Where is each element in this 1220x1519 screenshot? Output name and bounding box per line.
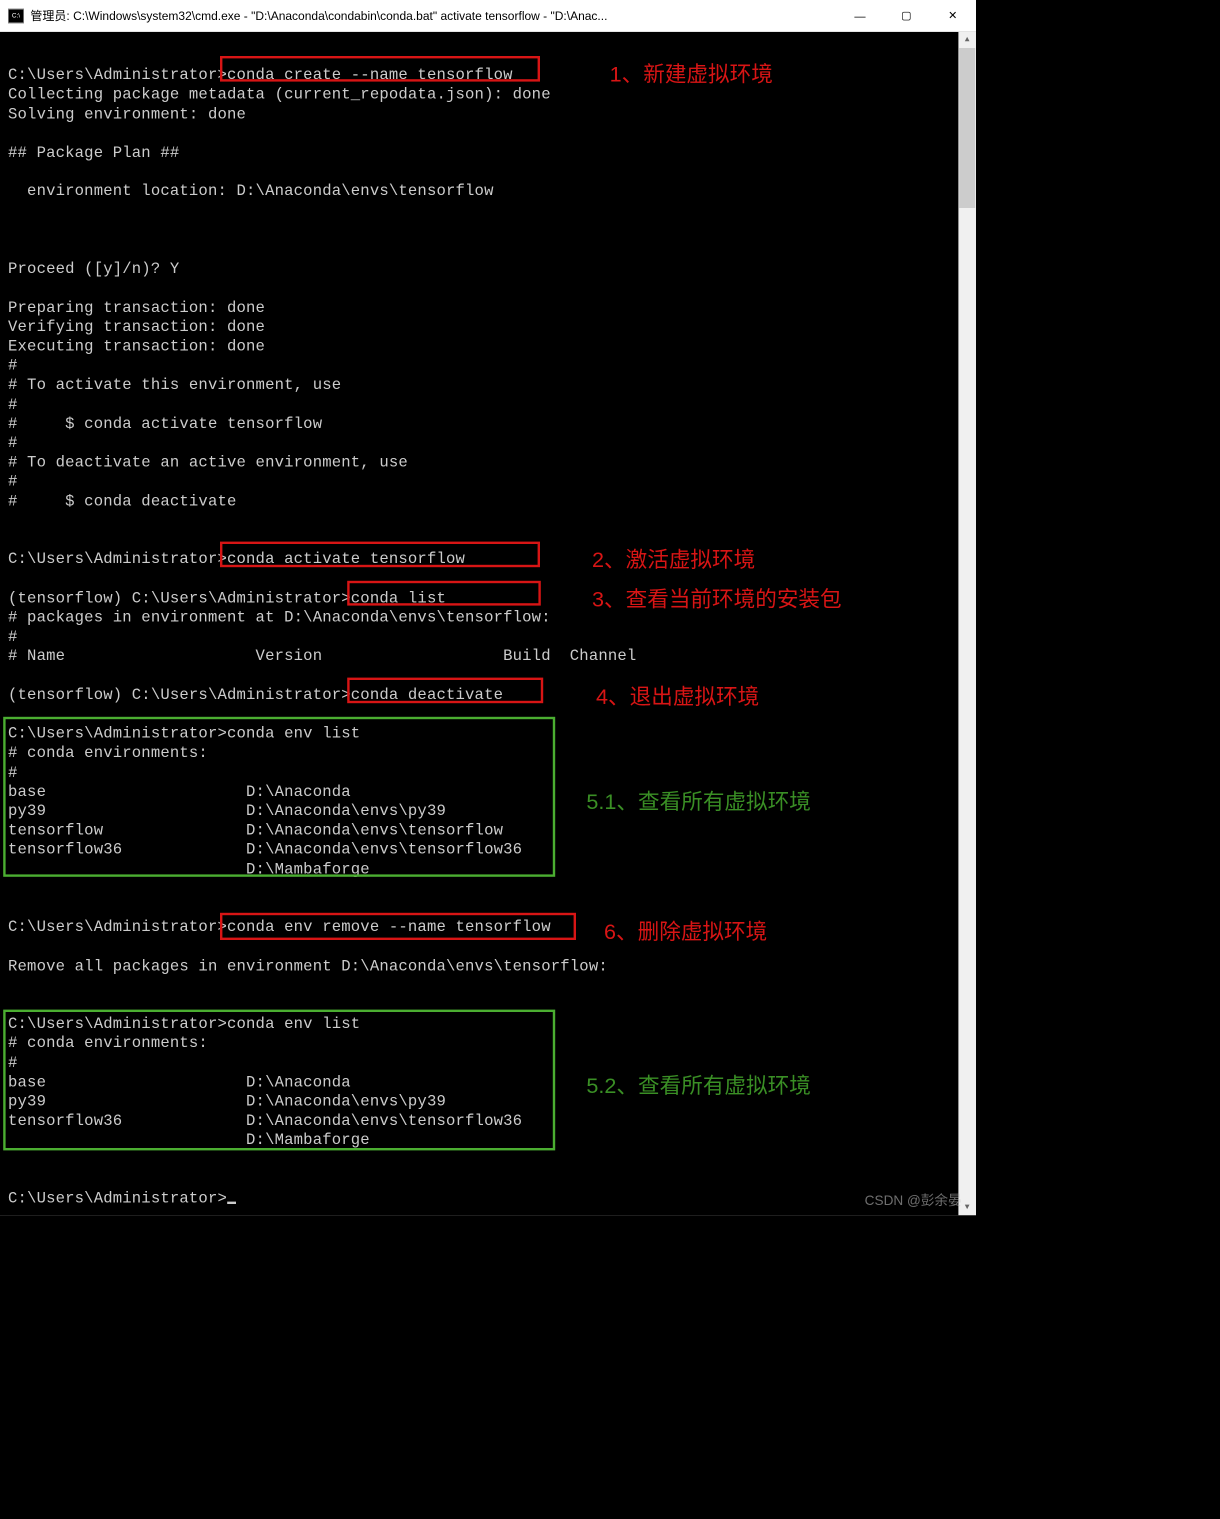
terminal-area[interactable]: C:\Users\Administrator>conda create --na… bbox=[0, 32, 976, 1215]
terminal-line: Collecting package metadata (current_rep… bbox=[8, 85, 974, 104]
scroll-thumb[interactable] bbox=[959, 48, 975, 208]
terminal-line bbox=[8, 937, 974, 956]
terminal-line: # bbox=[8, 1053, 974, 1072]
terminal-line: tensorflow D:\Anaconda\envs\tensorflow bbox=[8, 821, 974, 840]
terminal-line: Executing transaction: done bbox=[8, 337, 974, 356]
terminal-line: C:\Users\Administrator>conda env remove … bbox=[8, 918, 974, 937]
scroll-down-arrow-icon[interactable]: ▼ bbox=[958, 1199, 976, 1215]
terminal-line: C:\Users\Administrator> bbox=[8, 1189, 974, 1208]
scroll-up-arrow-icon[interactable]: ▲ bbox=[958, 32, 976, 48]
terminal-line bbox=[8, 221, 974, 240]
titlebar[interactable]: C:\ 管理员: C:\Windows\system32\cmd.exe - "… bbox=[0, 0, 976, 32]
terminal-line: # bbox=[8, 395, 974, 414]
terminal-line bbox=[8, 898, 974, 917]
terminal-line bbox=[8, 240, 974, 259]
terminal-line: Solving environment: done bbox=[8, 104, 974, 123]
terminal-line: C:\Users\Administrator>conda activate te… bbox=[8, 550, 974, 569]
terminal-line: # conda environments: bbox=[8, 743, 974, 762]
terminal-line bbox=[8, 976, 974, 995]
terminal-line: # $ conda activate tensorflow bbox=[8, 414, 974, 433]
cursor bbox=[227, 1202, 236, 1204]
terminal-line bbox=[8, 530, 974, 549]
terminal-line bbox=[8, 279, 974, 298]
terminal-line: # bbox=[8, 434, 974, 453]
terminal-line: D:\Mambaforge bbox=[8, 1131, 974, 1150]
terminal-line: tensorflow36 D:\Anaconda\envs\tensorflow… bbox=[8, 1111, 974, 1130]
terminal-line bbox=[8, 124, 974, 143]
terminal-line bbox=[8, 569, 974, 588]
terminal-line: environment location: D:\Anaconda\envs\t… bbox=[8, 182, 974, 201]
terminal-line: # bbox=[8, 627, 974, 646]
terminal-line: D:\Mambaforge bbox=[8, 860, 974, 879]
terminal-line: C:\Users\Administrator>conda env list bbox=[8, 1015, 974, 1034]
window-title: 管理员: C:\Windows\system32\cmd.exe - "D:\A… bbox=[30, 7, 836, 24]
terminal-line bbox=[8, 666, 974, 685]
minimize-button[interactable]: — bbox=[837, 0, 883, 31]
vertical-scrollbar[interactable]: ▲ ▼ bbox=[958, 32, 976, 1215]
terminal-line bbox=[8, 201, 974, 220]
terminal-line bbox=[8, 163, 974, 182]
terminal-line: (tensorflow) C:\Users\Administrator>cond… bbox=[8, 685, 974, 704]
terminal-line: # To deactivate an active environment, u… bbox=[8, 453, 974, 472]
terminal-line: # $ conda deactivate bbox=[8, 492, 974, 511]
terminal-line bbox=[8, 995, 974, 1014]
terminal-line: C:\Users\Administrator>conda env list bbox=[8, 724, 974, 743]
terminal-line bbox=[8, 1169, 974, 1188]
terminal-line: # packages in environment at D:\Anaconda… bbox=[8, 608, 974, 627]
terminal-line: Remove all packages in environment D:\An… bbox=[8, 956, 974, 975]
terminal-line bbox=[8, 1150, 974, 1169]
terminal-line: # Name Version Build Channel bbox=[8, 647, 974, 666]
terminal-line: (tensorflow) C:\Users\Administrator>cond… bbox=[8, 589, 974, 608]
cmd-icon: C:\ bbox=[8, 8, 24, 22]
terminal-line bbox=[8, 705, 974, 724]
terminal-line bbox=[8, 46, 974, 65]
terminal-line: py39 D:\Anaconda\envs\py39 bbox=[8, 1092, 974, 1111]
cmd-window: C:\ 管理员: C:\Windows\system32\cmd.exe - "… bbox=[0, 0, 976, 1215]
terminal-line: # bbox=[8, 763, 974, 782]
close-button[interactable]: ✕ bbox=[930, 0, 976, 31]
maximize-button[interactable]: ▢ bbox=[883, 0, 929, 31]
terminal-line: # bbox=[8, 356, 974, 375]
terminal-line: Preparing transaction: done bbox=[8, 298, 974, 317]
terminal-line: py39 D:\Anaconda\envs\py39 bbox=[8, 802, 974, 821]
window-controls: — ▢ ✕ bbox=[837, 0, 976, 31]
terminal-line: # To activate this environment, use bbox=[8, 376, 974, 395]
terminal-line: tensorflow36 D:\Anaconda\envs\tensorflow… bbox=[8, 840, 974, 859]
terminal-line bbox=[8, 879, 974, 898]
terminal-line: C:\Users\Administrator>conda create --na… bbox=[8, 66, 974, 85]
terminal-line: # conda environments: bbox=[8, 1034, 974, 1053]
terminal-line: Proceed ([y]/n)? Y bbox=[8, 259, 974, 278]
terminal-line: base D:\Anaconda bbox=[8, 782, 974, 801]
terminal-line: ## Package Plan ## bbox=[8, 143, 974, 162]
terminal-line: Verifying transaction: done bbox=[8, 317, 974, 336]
terminal-line: # bbox=[8, 472, 974, 491]
terminal-line bbox=[8, 511, 974, 530]
terminal-line: base D:\Anaconda bbox=[8, 1073, 974, 1092]
